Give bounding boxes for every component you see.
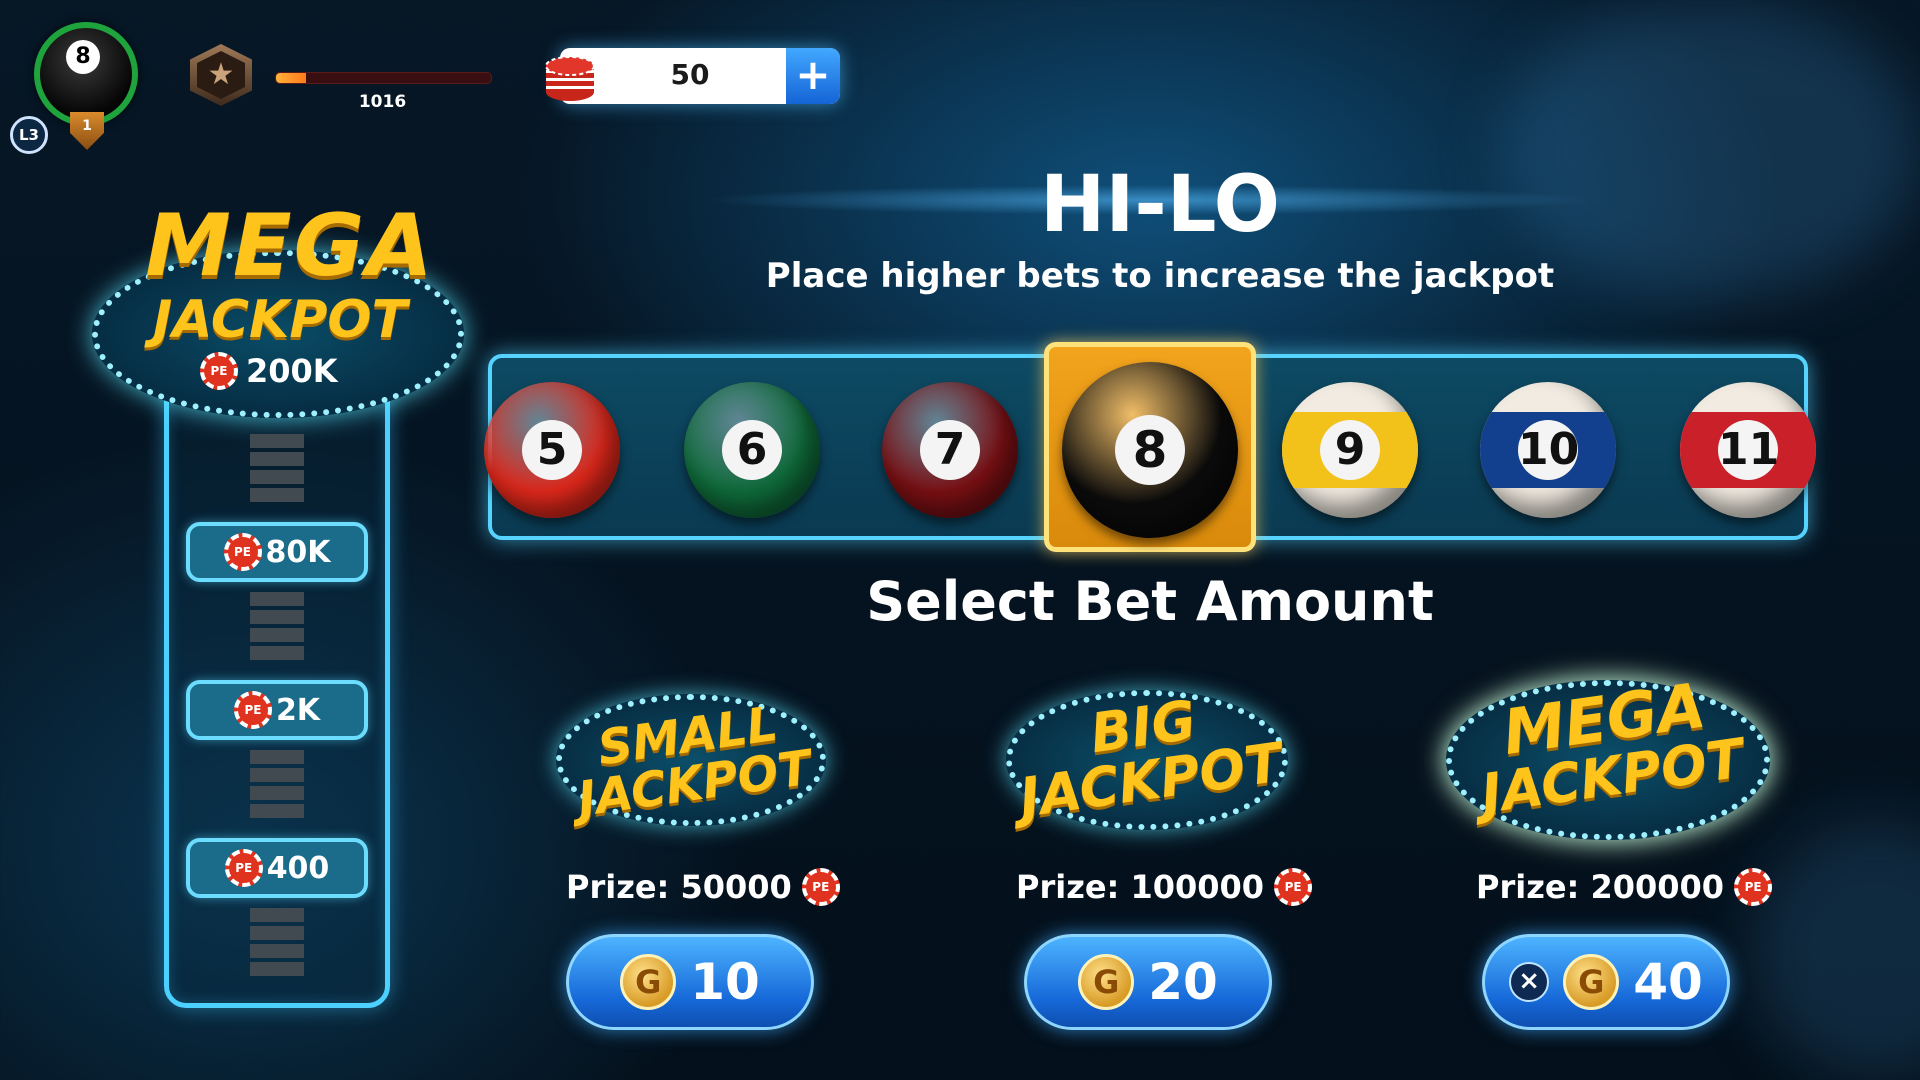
player-avatar[interactable]: 8 — [34, 22, 138, 126]
close-icon[interactable]: × — [1509, 962, 1550, 1002]
pe-chip-icon: PE — [1734, 868, 1773, 906]
ball-number: 7 — [920, 420, 980, 480]
xp-progress-fill — [276, 73, 307, 83]
ball-number: 6 — [722, 420, 782, 480]
tier-value: 2K — [275, 692, 321, 728]
bet-amount: 20 — [1148, 953, 1218, 1011]
select-bet-title: Select Bet Amount — [866, 570, 1434, 633]
prize-text: Prize: 50000 — [566, 868, 792, 906]
ladder-divider — [250, 908, 304, 980]
game-title: HI-LO — [1040, 160, 1280, 250]
background-glow — [1500, 0, 1920, 300]
big-jackpot-prize: Prize: 100000 PE — [1016, 868, 1313, 906]
pe-chip-icon: PE — [223, 533, 262, 571]
xp-value: 1016 — [358, 92, 407, 112]
jackpot-tier: PE 400 — [186, 838, 368, 898]
prize-text: Prize: 100000 — [1016, 868, 1265, 906]
mega-jackpot-title: MEGA — [145, 196, 435, 296]
chip-count: 50 — [670, 58, 710, 91]
jackpot-tier: PE 80K — [186, 522, 368, 582]
mega-jackpot-subtitle: JACKPOT — [152, 290, 408, 350]
pe-chip-icon: PE — [233, 691, 272, 729]
ball-11[interactable]: 11 — [1680, 382, 1816, 518]
ball-number: 8 — [1115, 415, 1185, 485]
ball-10[interactable]: 10 — [1480, 382, 1616, 518]
pe-chip-icon: PE — [200, 352, 238, 390]
bet-40-button[interactable]: × G 40 — [1482, 934, 1730, 1030]
rank-shield-icon: 1 — [70, 112, 104, 150]
gold-coin-icon: G — [1563, 954, 1620, 1010]
poker-chips-icon — [545, 56, 595, 101]
ball-7[interactable]: 7 — [882, 382, 1018, 518]
avatar-ball-number: 8 — [66, 40, 100, 74]
ladder-divider — [250, 750, 304, 822]
pe-chip-icon: PE — [1274, 868, 1313, 906]
gold-coin-icon: G — [1078, 954, 1135, 1010]
tier-value: 80K — [265, 534, 331, 570]
ball-number: 10 — [1518, 420, 1579, 480]
bet-amount: 40 — [1633, 953, 1703, 1011]
gold-coin-icon: G — [620, 954, 677, 1010]
ball-9[interactable]: 9 — [1282, 382, 1418, 518]
jackpot-tier: PE 2K — [186, 680, 368, 740]
mega-jackpot-amount: 200K — [246, 352, 338, 390]
ball-8[interactable]: 8 — [1062, 362, 1238, 538]
pe-chip-icon: PE — [224, 849, 263, 887]
ball-number: 9 — [1320, 420, 1380, 480]
star-glyph: ★ — [197, 51, 245, 99]
ladder-divider — [250, 434, 304, 506]
background-glow — [1750, 820, 1920, 1080]
bet-20-button[interactable]: G 20 — [1024, 934, 1272, 1030]
pe-chip-icon: PE — [801, 868, 840, 906]
ball-5[interactable]: 5 — [484, 382, 620, 518]
ball-number: 11 — [1718, 420, 1779, 480]
ball-number: 5 — [522, 420, 582, 480]
bet-amount: 10 — [690, 953, 760, 1011]
star-icon[interactable]: ★ — [190, 44, 252, 106]
mega-jackpot-value: PE 200K — [200, 352, 400, 390]
ball-6[interactable]: 6 — [684, 382, 820, 518]
add-chips-button[interactable]: + — [786, 48, 840, 104]
ladder-divider — [250, 592, 304, 664]
level-badge: L3 — [10, 116, 48, 154]
game-subtitle: Place higher bets to increase the jackpo… — [765, 256, 1555, 296]
small-jackpot-prize: Prize: 50000 PE — [566, 868, 840, 906]
prize-text: Prize: 200000 — [1476, 868, 1725, 906]
bet-10-button[interactable]: G 10 — [566, 934, 814, 1030]
mega-jackpot-prize: Prize: 200000 PE — [1476, 868, 1773, 906]
tier-value: 400 — [266, 850, 330, 886]
xp-progress-bar — [275, 72, 492, 84]
